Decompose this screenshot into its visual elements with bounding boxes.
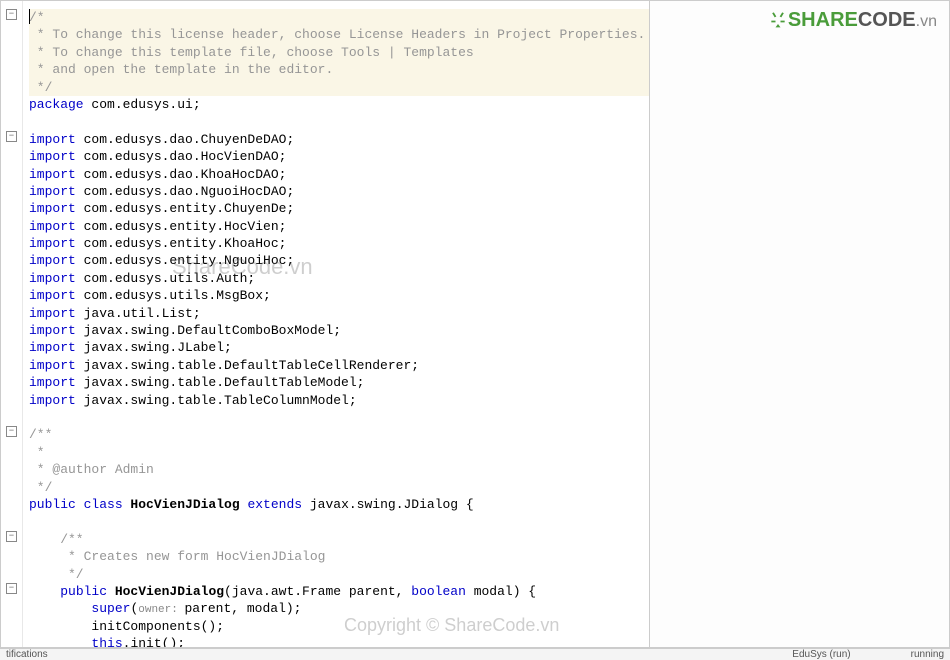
logo-suffix: .vn: [916, 13, 937, 30]
code-line[interactable]: import com.edusys.dao.NguoiHocDAO;: [29, 183, 649, 200]
code-line[interactable]: */: [29, 479, 649, 496]
code-line[interactable]: import javax.swing.table.TableColumnMode…: [29, 392, 649, 409]
code-line[interactable]: initComponents();: [29, 618, 649, 635]
status-mid: EduSys (run): [792, 649, 850, 660]
code-line[interactable]: *: [29, 444, 649, 461]
code-line[interactable]: /**: [29, 426, 649, 443]
logo-text-1: SHARE: [788, 9, 858, 31]
fold-toggle[interactable]: −: [6, 426, 17, 437]
sharecode-logo: SHARECODE.vn: [768, 9, 937, 32]
text-caret: [29, 9, 30, 24]
code-line[interactable]: this.init();: [29, 635, 649, 647]
code-line[interactable]: * Creates new form HocVienJDialog: [29, 548, 649, 565]
fold-toggle[interactable]: −: [6, 531, 17, 542]
logo-text-2: CODE: [858, 9, 916, 31]
preview-panel: SHARECODE.vn: [649, 1, 949, 647]
code-line[interactable]: /*: [29, 9, 649, 26]
code-line[interactable]: /**: [29, 531, 649, 548]
code-line[interactable]: import javax.swing.JLabel;: [29, 339, 649, 356]
fold-toggle[interactable]: −: [6, 131, 17, 142]
fold-gutter: − − − − −: [1, 1, 23, 647]
code-line[interactable]: */: [29, 566, 649, 583]
status-left: tifications: [6, 649, 48, 660]
code-line[interactable]: [29, 409, 649, 426]
code-line[interactable]: import com.edusys.entity.NguoiHoc;: [29, 252, 649, 269]
code-line[interactable]: * To change this template file, choose T…: [29, 44, 649, 61]
code-line[interactable]: import com.edusys.dao.HocVienDAO;: [29, 148, 649, 165]
code-line[interactable]: super(owner: parent, modal);: [29, 600, 649, 617]
code-line[interactable]: import com.edusys.entity.ChuyenDe;: [29, 200, 649, 217]
code-line[interactable]: [29, 513, 649, 530]
recycle-icon: [768, 9, 788, 29]
code-line[interactable]: * and open the template in the editor.: [29, 61, 649, 78]
fold-toggle[interactable]: −: [6, 583, 17, 594]
code-line[interactable]: * @author Admin: [29, 461, 649, 478]
code-line[interactable]: [29, 113, 649, 130]
code-line[interactable]: import com.edusys.dao.KhoaHocDAO;: [29, 166, 649, 183]
code-line[interactable]: public HocVienJDialog(java.awt.Frame par…: [29, 583, 649, 600]
code-line[interactable]: package com.edusys.ui;: [29, 96, 649, 113]
code-line[interactable]: import javax.swing.DefaultComboBoxModel;: [29, 322, 649, 339]
status-bar: tifications EduSys (run) running: [0, 648, 950, 660]
fold-toggle[interactable]: −: [6, 9, 17, 20]
code-line[interactable]: * To change this license header, choose …: [29, 26, 649, 43]
code-line[interactable]: import com.edusys.entity.KhoaHoc;: [29, 235, 649, 252]
code-line[interactable]: import com.edusys.utils.MsgBox;: [29, 287, 649, 304]
code-area[interactable]: /* * To change this license header, choo…: [23, 1, 649, 647]
status-right: running: [911, 649, 944, 660]
code-line[interactable]: public class HocVienJDialog extends java…: [29, 496, 649, 513]
code-line[interactable]: */: [29, 79, 649, 96]
code-line[interactable]: import com.edusys.dao.ChuyenDeDAO;: [29, 131, 649, 148]
code-line[interactable]: import com.edusys.entity.HocVien;: [29, 218, 649, 235]
code-line[interactable]: import java.util.List;: [29, 305, 649, 322]
code-line[interactable]: import javax.swing.table.DefaultTableMod…: [29, 374, 649, 391]
code-line[interactable]: import com.edusys.utils.Auth;: [29, 270, 649, 287]
code-line[interactable]: import javax.swing.table.DefaultTableCel…: [29, 357, 649, 374]
editor-container: − − − − − /* * To change this license header…: [0, 0, 950, 648]
